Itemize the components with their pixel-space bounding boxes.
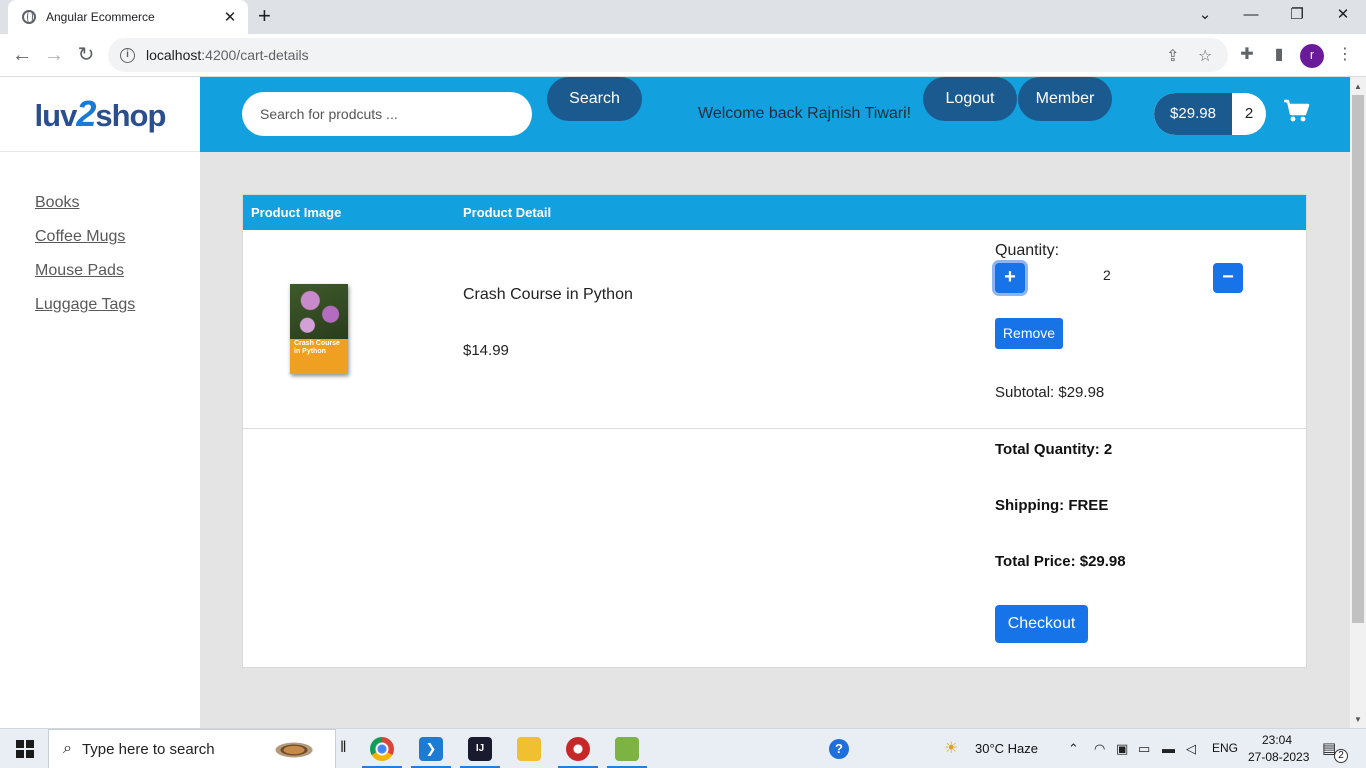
volume-icon[interactable]: ◁ [1186,741,1196,757]
column-header-product-detail: Product Detail [463,205,552,220]
quantity-label: Quantity: [995,242,1060,259]
remove-button[interactable]: Remove [995,318,1063,349]
vscode-icon[interactable]: ❯ [419,737,443,761]
language-indicator[interactable]: ENG [1212,741,1238,755]
restore-icon[interactable]: ❐ [1282,4,1312,26]
shipping-info: Shipping: FREE [995,497,1109,514]
bookmark-star-icon[interactable]: ☆ [1198,46,1212,66]
quantity-value: 2 [1103,267,1111,283]
intellij-icon[interactable]: IJ [468,737,492,761]
member-button[interactable]: Member [1018,77,1112,121]
reload-icon[interactable]: ↻ [74,43,98,67]
windows-start-icon[interactable] [16,740,34,758]
minimize-icon[interactable]: — [1236,4,1266,26]
back-icon[interactable]: ← [10,43,34,67]
help-icon[interactable]: ? [829,739,849,759]
scroll-down-arrow-icon[interactable]: ▼ [1354,715,1362,724]
menu-icon[interactable]: ⋮ [1334,44,1356,64]
search-input[interactable] [242,92,532,136]
sidebar-item-coffee-mugs[interactable]: Coffee Mugs [35,226,200,260]
item-subtotal: Subtotal: $29.98 [995,384,1105,401]
network-icon[interactable]: ◠ [1094,741,1105,757]
logo-text-right: shop [95,98,166,133]
globe-icon [22,10,36,24]
decrement-quantity-button[interactable]: − [1213,263,1243,293]
show-hidden-icons[interactable]: ⌃ [1068,741,1079,757]
shopping-cart-icon[interactable] [1282,97,1310,125]
saturn-search-highlight-icon [259,736,329,764]
task-view-icon[interactable]: ‖ [340,739,347,757]
profile-avatar[interactable]: r [1300,44,1324,68]
side-panel-icon[interactable]: ▮ [1268,44,1290,64]
tab-title: Angular Ecommerce [46,10,155,24]
page-scrollbar[interactable]: ▲ ▼ [1350,77,1366,728]
browser-tab[interactable]: Angular Ecommerce ✕ [8,0,248,34]
file-explorer-icon[interactable] [517,737,541,761]
column-header-product-image: Product Image [251,205,342,220]
forward-icon[interactable]: → [42,43,66,67]
search-button[interactable]: Search [547,77,642,121]
weather-haze-icon: ☀ [944,740,959,757]
checkout-button[interactable]: Checkout [995,605,1088,643]
cart-details-table: Product Image Product Detail Crash Cours… [242,194,1307,668]
logo[interactable]: luv2shop [0,77,200,152]
logo-text-mid: 2 [76,93,96,134]
browser-tab-bar: Angular Ecommerce ✕ + ⌄ — ❐ ✕ [0,0,1366,34]
windows-taskbar: ⌕ Type here to search ‖ ❯ IJ ? ☀ 30°C Ha… [0,728,1366,768]
taskbar-search-text: Type here to search [81,740,215,758]
table-header: Product Image Product Detail [243,195,1306,230]
scroll-thumb[interactable] [1352,95,1364,623]
app-circle-icon[interactable] [566,737,590,761]
share-icon[interactable]: ⇪ [1166,46,1179,66]
clock-time[interactable]: 23:04 [1262,733,1292,747]
address-bar[interactable]: i localhost:4200/cart-details ⇪ ☆ [108,38,1228,72]
cart-status[interactable]: $29.98 2 [1154,93,1266,135]
site-info-icon[interactable]: i [120,47,135,63]
cart-summary: Total Quantity: 2 Shipping: FREE Total P… [243,429,1306,667]
close-tab-icon[interactable]: ✕ [222,8,238,26]
product-price: $14.99 [463,342,509,359]
battery-icon[interactable]: ▬ [1162,741,1175,756]
sidebar-item-mouse-pads[interactable]: Mouse Pads [35,260,200,294]
page-content: luv2shop Books Coffee Mugs Mouse Pads Lu… [0,77,1350,728]
welcome-message: Welcome back Rajnish Tiwari! [698,105,912,122]
site-header: Search Welcome back Rajnish Tiwari! Logo… [200,77,1350,152]
total-quantity: Total Quantity: 2 [995,441,1113,458]
book-cover-title: Crash Course in Python [294,340,340,355]
url-path: :4200/cart-details [201,47,309,63]
book-cover-art [290,284,348,339]
product-name: Crash Course in Python [463,286,633,303]
taskbar-search[interactable]: ⌕ Type here to search [48,729,336,768]
product-image: Crash Course in Python [290,284,348,374]
chrome-icon[interactable] [370,737,394,761]
total-price: Total Price: $29.98 [995,553,1126,570]
display-icon[interactable]: ▭ [1138,741,1150,757]
clock-date[interactable]: 27-08-2023 [1248,750,1309,764]
sidebar: luv2shop Books Coffee Mugs Mouse Pads Lu… [0,77,200,728]
browser-toolbar: ← → ↻ i localhost:4200/cart-details ⇪ ☆ … [0,34,1366,77]
logo-text-left: luv [34,98,78,133]
cart-total-price: $29.98 [1154,93,1232,135]
notification-count: 2 [1334,749,1348,763]
sidebar-item-luggage-tags[interactable]: Luggage Tags [35,294,200,328]
category-nav: Books Coffee Mugs Mouse Pads Luggage Tag… [0,152,200,328]
search-icon: ⌕ [63,740,72,757]
sidebar-item-books[interactable]: Books [35,192,200,226]
cart-total-quantity: 2 [1244,105,1254,122]
scroll-up-arrow-icon[interactable]: ▲ [1354,82,1362,91]
new-tab-button[interactable]: + [258,4,271,28]
extensions-icon[interactable]: ✚ [1236,44,1258,64]
close-window-icon[interactable]: ✕ [1328,4,1358,26]
logout-button[interactable]: Logout [923,77,1017,121]
weather-text[interactable]: 30°C Haze [975,741,1038,756]
cart-item-row: Crash Course in Python Crash Course in P… [243,230,1306,429]
tab-search-icon[interactable]: ⌄ [1190,4,1220,26]
device-icon[interactable]: ▣ [1116,741,1128,757]
notepad-icon[interactable] [615,737,639,761]
url-host: localhost [146,47,202,63]
increment-quantity-button[interactable]: + [995,263,1025,293]
